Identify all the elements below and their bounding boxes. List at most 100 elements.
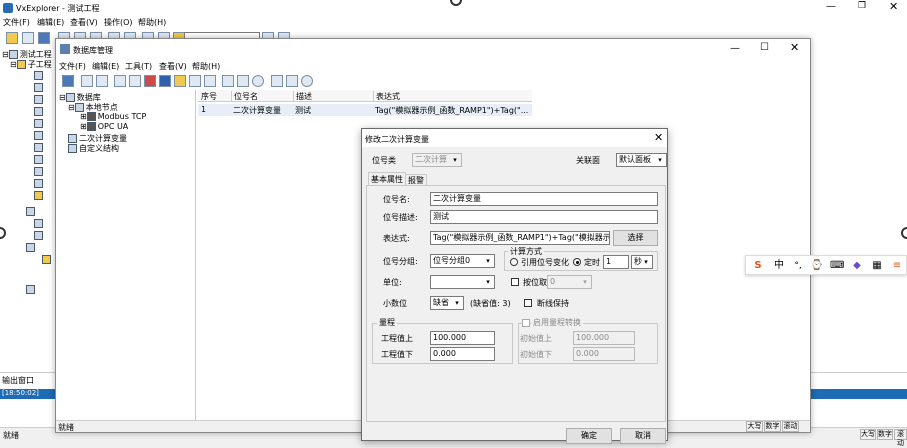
db-menubar: 文件(F) 编辑(E) 工具(T) 查看(V) 帮助(H) (56, 60, 810, 72)
chevron-down-icon: ▾ (453, 156, 457, 164)
save-icon[interactable] (38, 32, 50, 44)
tree-node-icon (34, 191, 43, 200)
expr-label: 表达式: (383, 234, 410, 243)
db-grid2-icon[interactable] (204, 75, 216, 87)
ime-punct-toggle[interactable]: °, (791, 259, 805, 273)
dialog-close-button[interactable]: ✕ (654, 131, 663, 144)
db-tree-custom[interactable]: 自定义结构 (68, 143, 119, 154)
db-history-icon[interactable] (237, 75, 249, 87)
panel-select[interactable]: 默认面板 ▾ (616, 153, 667, 167)
menu-file[interactable]: 文件(F) (3, 17, 30, 28)
tree-node-icon (34, 83, 43, 92)
init-upper-input[interactable]: 100.000 (573, 331, 635, 345)
db-grid-icon[interactable] (189, 75, 201, 87)
tree-node-icon (26, 243, 35, 252)
db-paste-icon[interactable] (96, 75, 108, 87)
db-minimize-button[interactable]: — (730, 43, 740, 54)
init-lower-input[interactable]: 0.000 (573, 347, 635, 361)
select-button[interactable]: 选择 (613, 230, 658, 246)
group-select[interactable]: 位号分组0 ▾ (430, 254, 495, 268)
db-filter-icon[interactable] (286, 75, 298, 87)
db-edit-icon[interactable] (159, 75, 171, 87)
timer-unit-select[interactable]: 秒 ▾ (631, 255, 653, 269)
device-icon (86, 122, 96, 131)
db-delete-icon[interactable] (144, 75, 156, 87)
timer-input[interactable]: 1 (603, 255, 629, 269)
disconnect-hold-check[interactable] (524, 299, 532, 307)
db-title: 数据库管理 (73, 46, 113, 55)
table-row[interactable]: 1 二次计算变量 测试 Tag("模拟器示例_函数_RAMP1")+Tag(".… (198, 104, 532, 116)
calc-mode-title: 计算方式 (508, 246, 544, 257)
cell-name: 二次计算变量 (233, 106, 281, 115)
db-tree: ⊟ 数据库 ⊟ 本地节点 ⊞ Modbus TCP ⊞ OPC UA 二次计算变量 自定… (56, 90, 196, 420)
keyboard-icon[interactable]: ⌨ (830, 259, 844, 273)
col-expr[interactable]: 表达式 (373, 91, 531, 102)
db-add-icon[interactable] (114, 75, 126, 87)
db-window-icon[interactable] (222, 75, 234, 87)
unit-select[interactable]: ▾ (430, 275, 495, 289)
db-menu-view[interactable]: 查看(V) (159, 61, 187, 72)
convert-check[interactable] (522, 319, 530, 327)
range-title: 量程 (377, 317, 397, 328)
ok-button[interactable]: 确定 (566, 428, 612, 444)
skin-icon[interactable]: ◆ (850, 259, 864, 273)
tag-type-select[interactable]: 二次计算 ▾ (412, 153, 462, 167)
table-header: 序号 位号名 描述 表达式 (198, 90, 532, 102)
microphone-icon[interactable]: ⌚ (810, 259, 824, 273)
expand-icon: ⊟ (59, 93, 66, 102)
db-menu-edit[interactable]: 编辑(E) (92, 61, 119, 72)
ime-logo-icon[interactable]: S (751, 259, 765, 273)
radio-timer[interactable] (573, 258, 581, 266)
db-clock-icon[interactable] (252, 75, 264, 87)
col-desc[interactable]: 描述 (293, 91, 371, 102)
db-find-icon[interactable] (271, 75, 283, 87)
db-status-scroll: 滚动 (782, 421, 799, 432)
db-save-icon[interactable] (62, 75, 74, 87)
tab-alarm[interactable]: 报警 (405, 174, 427, 185)
grid-icon[interactable]: ▦ (870, 259, 884, 273)
menu-help[interactable]: 帮助(H) (138, 17, 166, 28)
tree-subproject[interactable]: ⊟ 子工程 (10, 59, 52, 70)
db-maximize-button[interactable]: ☐ (760, 42, 769, 53)
status-scroll: 滚动 (894, 429, 907, 447)
menu-edit[interactable]: 编辑(E) (37, 17, 64, 28)
expr-input[interactable]: Tag("模拟器示例_函数_RAMP1")+Tag("模拟器示例_函 (430, 231, 610, 245)
open-icon[interactable] (6, 32, 18, 44)
app-icon (3, 3, 13, 13)
tag-type-label: 位号类 (372, 156, 396, 165)
db-import-icon[interactable] (129, 75, 141, 87)
tree-node-icon (34, 107, 43, 116)
new-icon[interactable] (22, 32, 34, 44)
decimals-select[interactable]: 缺省 ▾ (430, 296, 464, 310)
cancel-button[interactable]: 取消 (620, 428, 666, 444)
minimize-button[interactable]: — (826, 1, 840, 12)
desc-input[interactable]: 测试 (430, 210, 658, 224)
menu-operate[interactable]: 操作(O) (104, 17, 133, 28)
menu-view[interactable]: 查看(V) (70, 17, 98, 28)
col-index[interactable]: 序号 (201, 91, 227, 102)
db-help-icon[interactable] (301, 75, 313, 87)
db-menu-file[interactable]: 文件(F) (59, 61, 86, 72)
db-copy-icon[interactable] (81, 75, 93, 87)
db-close-button[interactable]: ✕ (790, 41, 799, 54)
maximize-button[interactable]: ❐ (858, 1, 872, 11)
bit-select[interactable]: 0 ▾ (547, 275, 592, 289)
range-lower-input[interactable]: 0.000 (430, 347, 495, 361)
db-folder-icon[interactable] (174, 75, 186, 87)
db-tree-opc[interactable]: ⊞ OPC UA (80, 122, 128, 131)
resize-handle[interactable] (901, 227, 907, 239)
db-tree-modbus[interactable]: ⊞ Modbus TCP (80, 112, 146, 121)
ime-lang-toggle[interactable]: 中 (772, 259, 786, 273)
bit-check[interactable] (511, 278, 519, 286)
name-input[interactable]: 二次计算变量 (430, 192, 658, 206)
db-menu-tools[interactable]: 工具(T) (125, 61, 152, 72)
db-menu-help[interactable]: 帮助(H) (192, 61, 220, 72)
tab-basic[interactable]: 基本属性 (368, 172, 406, 185)
more-icon[interactable]: ≡ (890, 259, 904, 273)
panel-label: 关联面 (576, 156, 600, 165)
col-name[interactable]: 位号名 (231, 91, 293, 102)
close-button[interactable]: ✕ (889, 0, 903, 13)
db-toolbar (56, 73, 810, 89)
radio-ref-change[interactable] (510, 258, 518, 266)
range-upper-input[interactable]: 100.000 (430, 331, 495, 345)
